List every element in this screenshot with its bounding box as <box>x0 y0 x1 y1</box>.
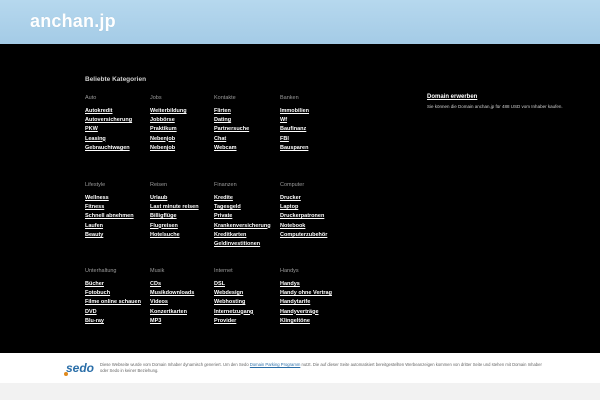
category-link[interactable]: Filme online schauen <box>85 298 149 307</box>
category-link[interactable]: Geldinvestitionen <box>214 240 278 249</box>
category-link[interactable]: Immobilien <box>280 107 344 116</box>
category-link[interactable]: CDs <box>150 280 214 289</box>
category-link[interactable]: Urlaub <box>150 194 214 203</box>
category-link[interactable]: DSL <box>214 280 278 289</box>
category-link[interactable]: MP3 <box>150 317 214 326</box>
header-bar: anchan.jp <box>0 0 600 44</box>
category-link[interactable]: Hotelsuche <box>150 231 214 240</box>
category-link[interactable]: Drucker <box>280 194 344 203</box>
parking-program-link[interactable]: Domain Parking Programm <box>250 362 301 367</box>
category-link[interactable]: Provider <box>214 317 278 326</box>
category-banken: Banken Immobilien Wf Baufinanz FBI Bausp… <box>280 95 344 153</box>
category-link[interactable]: Wellness <box>85 194 149 203</box>
category-link[interactable]: Webcam <box>214 144 278 153</box>
category-link[interactable]: Nebenjob <box>150 144 214 153</box>
category-kontakte: Kontakte Flirten Dating Partnersuche Cha… <box>214 95 278 153</box>
category-link[interactable]: Nebenjob <box>150 135 214 144</box>
category-link[interactable]: Klingeltöne <box>280 317 344 326</box>
category-link[interactable]: Autoversicherung <box>85 116 149 125</box>
category-title: Kontakte <box>214 95 236 101</box>
category-link[interactable]: Dating <box>214 116 278 125</box>
category-link[interactable]: Last minute reisen <box>150 203 214 212</box>
category-title: Musik <box>150 268 165 274</box>
category-handys: Handys Handys Handy ohne Vertrag Handyta… <box>280 268 344 326</box>
category-link[interactable]: Bausparen <box>280 144 344 153</box>
category-title: Banken <box>280 95 299 101</box>
category-link[interactable]: Laufen <box>85 222 149 231</box>
category-link[interactable]: Gebrauchtwagen <box>85 144 149 153</box>
category-link[interactable]: Computerzubehör <box>280 231 344 240</box>
category-link[interactable]: Chat <box>214 135 278 144</box>
category-link[interactable]: Bücher <box>85 280 149 289</box>
footer-disclaimer: Diese Webseite wurde vom Domain Inhaber … <box>100 362 550 374</box>
category-link[interactable]: Weiterbildung <box>150 107 214 116</box>
category-link[interactable]: Handy ohne Vertrag <box>280 289 344 298</box>
category-link[interactable]: Tagesgeld <box>214 203 278 212</box>
footer: sedo Diese Webseite wurde vom Domain Inh… <box>0 353 600 383</box>
category-title: Reisen <box>150 182 168 188</box>
category-link[interactable]: Praktikum <box>150 125 214 134</box>
category-link[interactable]: Autokredit <box>85 107 149 116</box>
category-link[interactable]: Fitness <box>85 203 149 212</box>
category-link[interactable]: Partnersuche <box>214 125 278 134</box>
category-link[interactable]: Blu-ray <box>85 317 149 326</box>
domain-title: anchan.jp <box>30 11 116 31</box>
domain-offer: Domain erwerben Sie können die Domain an… <box>427 94 577 110</box>
category-link[interactable]: Notebook <box>280 222 344 231</box>
bottom-band <box>0 383 600 400</box>
category-link[interactable]: Jobbörse <box>150 116 214 125</box>
category-auto: Auto Autokredit Autoversicherung PKW Lea… <box>85 95 149 153</box>
category-link[interactable]: Leasing <box>85 135 149 144</box>
category-link[interactable]: Private <box>214 212 278 221</box>
logo-text: sedo <box>66 361 95 375</box>
category-jobs: Jobs Weiterbildung Jobbörse Praktikum Ne… <box>150 95 214 153</box>
category-link[interactable]: Fotobuch <box>85 289 149 298</box>
category-link[interactable]: Konzertkarten <box>150 308 214 317</box>
category-link[interactable]: Kreditkarten <box>214 231 278 240</box>
category-link[interactable]: Kredite <box>214 194 278 203</box>
category-title: Jobs <box>150 95 162 101</box>
category-link[interactable]: Beauty <box>85 231 149 240</box>
category-link[interactable]: Webdesign <box>214 289 278 298</box>
category-link[interactable]: Laptop <box>280 203 344 212</box>
category-link[interactable]: Krankenversicherung <box>214 222 278 231</box>
category-link[interactable]: Handys <box>280 280 344 289</box>
footer-text-before: Diese Webseite wurde vom Domain Inhaber … <box>100 362 250 367</box>
category-lifestyle: Lifestyle Wellness Fitness Schnell abneh… <box>85 182 149 240</box>
category-link[interactable]: DVD <box>85 308 149 317</box>
category-reisen: Reisen Urlaub Last minute reisen Billigf… <box>150 182 214 240</box>
category-link[interactable]: Baufinanz <box>280 125 344 134</box>
category-title: Handys <box>280 268 299 274</box>
buy-domain-link[interactable]: Domain erwerben <box>427 94 577 100</box>
category-computer: Computer Drucker Laptop Druckerpatronen … <box>280 182 344 240</box>
category-finanzen: Finanzen Kredite Tagesgeld Private Krank… <box>214 182 278 249</box>
category-link[interactable]: Flirten <box>214 107 278 116</box>
category-title: Computer <box>280 182 305 188</box>
category-title: Finanzen <box>214 182 237 188</box>
category-internet: Internet DSL Webdesign Webhosting Intern… <box>214 268 278 326</box>
category-unterhaltung: Unterhaltung Bücher Fotobuch Filme onlin… <box>85 268 149 326</box>
sedo-logo[interactable]: sedo <box>64 359 94 377</box>
category-link[interactable]: Wf <box>280 116 344 125</box>
category-title: Auto <box>85 95 97 101</box>
category-title: Internet <box>214 268 233 274</box>
category-link[interactable]: PKW <box>85 125 149 134</box>
offer-description: Sie können die Domain anchan.jp für 488 … <box>427 104 563 109</box>
category-link[interactable]: Druckerpatronen <box>280 212 344 221</box>
category-link[interactable]: Internetzugang <box>214 308 278 317</box>
category-musik: Musik CDs Musikdownloads Videos Konzertk… <box>150 268 214 326</box>
category-link[interactable]: Billigflüge <box>150 212 214 221</box>
popular-categories-title: Beliebte Kategorien <box>85 76 147 83</box>
category-link[interactable]: Handytarife <box>280 298 344 307</box>
category-title: Lifestyle <box>85 182 106 188</box>
category-title: Unterhaltung <box>85 268 117 274</box>
category-link[interactable]: Handyverträge <box>280 308 344 317</box>
category-link[interactable]: FBI <box>280 135 344 144</box>
category-link[interactable]: Flugreisen <box>150 222 214 231</box>
category-link[interactable]: Schnell abnehmen <box>85 212 149 221</box>
category-link[interactable]: Musikdownloads <box>150 289 214 298</box>
category-link[interactable]: Videos <box>150 298 214 307</box>
category-link[interactable]: Webhosting <box>214 298 278 307</box>
